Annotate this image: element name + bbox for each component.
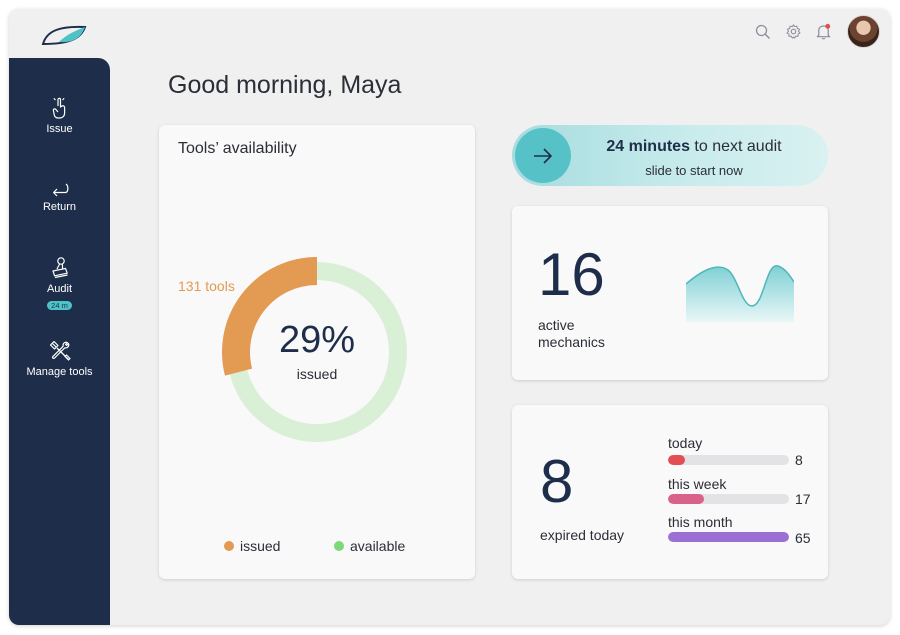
header-actions [749, 15, 880, 48]
expired-row-value: 17 [795, 491, 811, 507]
expired-count: 8 [540, 448, 574, 515]
mechanics-label-line2: mechanics [538, 334, 605, 350]
slide-start-button[interactable] [515, 128, 571, 183]
legend-item-issued: issued [224, 538, 280, 554]
sidebar-item-label: Return [42, 201, 77, 213]
sidebar-item-label: Audit [46, 283, 73, 295]
active-mechanics-card: 16 active mechanics [512, 206, 828, 380]
legend-dot [224, 541, 234, 551]
expired-bar-month [668, 532, 789, 542]
expired-row-label: today [668, 435, 703, 451]
sidebar-item-return[interactable]: Return [9, 180, 110, 213]
expired-today-card: 8 expired today today 8 this week 17 thi… [512, 405, 828, 579]
search-icon[interactable] [749, 18, 777, 46]
tools-availability-card: Tools’ availability 131 tools 29% issued… [159, 125, 475, 579]
legend-label: issued [240, 538, 281, 554]
sidebar-item-audit[interactable]: Audit 24 m [9, 256, 110, 313]
bar-fill [668, 532, 789, 542]
sidebar-item-label: Manage tools [26, 366, 93, 378]
hand-pointer-icon [52, 97, 65, 119]
mechanics-sparkline [686, 265, 794, 322]
stamp-icon [51, 257, 68, 279]
legend-label: available [350, 538, 406, 554]
leaf-logo[interactable] [41, 24, 87, 46]
slide-instruction: slide to start now [645, 163, 743, 178]
expired-row-label: this week [668, 476, 727, 492]
issued-tools-count: 131 tools [178, 278, 235, 294]
app-window: Issue Return Audit 24 m Manage tools Goo… [9, 9, 890, 625]
next-audit-minutes: 24 minutes [606, 138, 690, 155]
gear-icon[interactable] [779, 18, 807, 46]
audit-time-badge: 24 m [47, 301, 72, 310]
next-audit-suffix: to next audit [689, 138, 782, 155]
expired-row-value: 65 [795, 530, 811, 546]
return-arrow-icon [52, 183, 68, 197]
sidebar: Issue Return Audit 24 m Manage tools [9, 58, 110, 625]
legend-dot [334, 541, 344, 551]
expired-bar-week [668, 494, 789, 504]
next-audit-slider[interactable]: 24 minutes to next audit slide to start … [512, 125, 828, 186]
bar-fill [668, 494, 705, 504]
notification-dot [824, 23, 830, 29]
mechanics-count: 16 [538, 241, 605, 308]
sidebar-item-manage-tools[interactable]: Manage tools [9, 339, 110, 378]
tools-icon [49, 340, 71, 361]
arrow-right-icon [534, 147, 552, 164]
expired-row-label: this month [668, 514, 733, 530]
user-avatar[interactable] [847, 15, 880, 48]
donut-subtitle: issued [296, 366, 338, 382]
page-title: Good morning, Maya [168, 71, 402, 99]
sidebar-item-issue[interactable]: Issue [9, 96, 110, 135]
next-audit-text: 24 minutes to next audit [582, 138, 806, 156]
sidebar-item-label: Issue [46, 123, 73, 135]
legend-item-available: available [334, 538, 405, 554]
donut-percentage: 29% [278, 319, 356, 361]
mechanics-label-line1: active [538, 317, 575, 333]
bar-fill [668, 455, 685, 465]
expired-row-value: 8 [795, 452, 803, 468]
bell-icon[interactable] [809, 18, 837, 46]
expired-bar-today [668, 455, 789, 465]
expired-label: expired today [540, 527, 625, 543]
mechanics-label: active mechanics [538, 317, 605, 351]
